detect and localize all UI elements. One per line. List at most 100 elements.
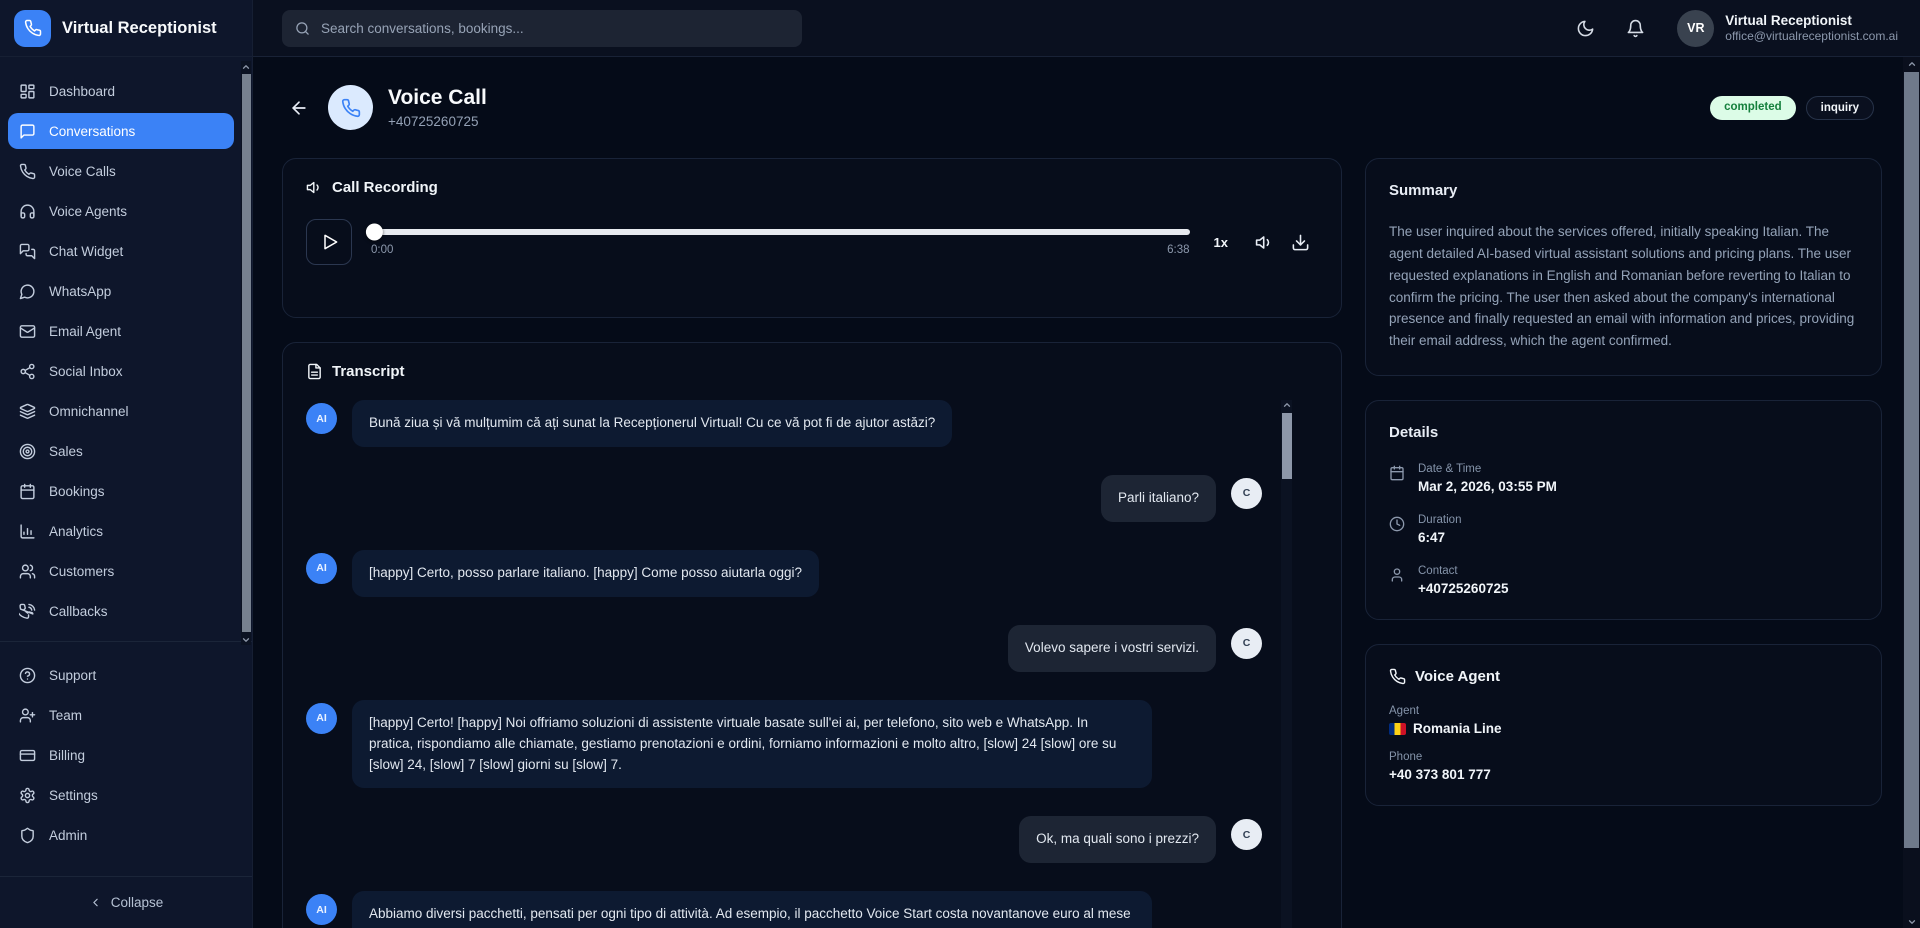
details-card: Details Date & TimeMar 2, 2026, 03:55 PM… xyxy=(1365,400,1882,620)
search-placeholder: Search conversations, bookings... xyxy=(321,21,524,36)
transcript-message-ai: AI [happy] Certo! [happy] Noi offriamo so… xyxy=(306,700,1262,789)
sidebar-scrollbar[interactable] xyxy=(241,61,251,645)
download-button[interactable] xyxy=(1282,224,1318,260)
transcript-message-ai: AIAbbiamo diversi pacchetti, pensati per… xyxy=(306,891,1262,928)
transcript-messages[interactable]: AIBună ziua și vă mulțumim că ați sunat … xyxy=(306,400,1318,928)
sidebar-item-label: Callbacks xyxy=(49,604,108,619)
back-button[interactable] xyxy=(282,91,316,125)
page-scrollbar[interactable] xyxy=(1903,57,1920,928)
contact-icon xyxy=(1389,567,1405,596)
detail-row-duration: Duration6:47 xyxy=(1389,514,1858,545)
status-badge-completed: completed xyxy=(1710,96,1796,120)
sidebar-item-label: Settings xyxy=(49,788,98,803)
status-badge-inquiry: inquiry xyxy=(1806,96,1874,120)
transcript-card: Transcript AIBună ziua și vă mulțumim că… xyxy=(282,342,1342,928)
details-title: Details xyxy=(1389,424,1858,441)
sidebar-item-email-agent[interactable]: Email Agent xyxy=(8,313,234,349)
billing-icon xyxy=(19,747,36,764)
scroll-down-icon[interactable] xyxy=(241,634,251,645)
speaker-icon xyxy=(306,179,323,196)
playback-speed-button[interactable]: 1x xyxy=(1214,235,1228,250)
voice-agents-icon xyxy=(19,203,36,220)
sidebar-item-support[interactable]: Support xyxy=(8,657,234,693)
scroll-down-icon[interactable] xyxy=(1907,915,1917,928)
moon-icon xyxy=(1576,19,1595,38)
sidebar-item-voice-calls[interactable]: Voice Calls xyxy=(8,153,234,189)
ai-avatar: AI xyxy=(306,703,337,734)
scroll-up-icon[interactable] xyxy=(1907,57,1917,70)
sidebar-item-social-inbox[interactable]: Social Inbox xyxy=(8,353,234,389)
seek-slider[interactable] xyxy=(371,229,1190,235)
sidebar-item-chat-widget[interactable]: Chat Widget xyxy=(8,233,234,269)
sidebar-item-whatsapp[interactable]: WhatsApp xyxy=(8,273,234,309)
sidebar-item-label: Email Agent xyxy=(49,324,121,339)
status-badges: completed inquiry xyxy=(1710,96,1874,120)
sidebar-item-callbacks[interactable]: Callbacks xyxy=(8,593,234,629)
customer-avatar: C xyxy=(1231,478,1262,509)
arrow-left-icon xyxy=(289,98,309,118)
sidebar-item-label: Analytics xyxy=(49,524,103,539)
voice-agent-title-row: Voice Agent xyxy=(1389,668,1858,685)
collapse-sidebar-button[interactable]: Collapse xyxy=(0,876,252,928)
sidebar-item-omnichannel[interactable]: Omnichannel xyxy=(8,393,234,429)
sidebar-item-settings[interactable]: Settings xyxy=(8,777,234,813)
voice-agent-title: Voice Agent xyxy=(1415,668,1500,685)
current-time: 0:00 xyxy=(371,244,393,256)
search-icon xyxy=(295,21,310,36)
user-menu[interactable]: VR Virtual Receptionist office@virtualre… xyxy=(1677,10,1898,47)
sidebar-item-bookings[interactable]: Bookings xyxy=(8,473,234,509)
sidebar-item-sales[interactable]: Sales xyxy=(8,433,234,469)
detail-label: Contact xyxy=(1418,565,1508,577)
detail-text: Duration6:47 xyxy=(1418,514,1461,545)
sidebar-item-conversations[interactable]: Conversations xyxy=(8,113,234,149)
transcript-scrollbar[interactable] xyxy=(1281,400,1292,928)
team-icon xyxy=(19,707,36,724)
notifications-button[interactable] xyxy=(1619,12,1651,44)
voice-agent-row-phone: Phone+40 373 801 777 xyxy=(1389,751,1858,782)
chat-widget-icon xyxy=(19,243,36,260)
sidebar-item-label: WhatsApp xyxy=(49,284,111,299)
settings-icon xyxy=(19,787,36,804)
message-bubble: [happy] Certo! [happy] Noi offriamo solu… xyxy=(352,700,1152,789)
message-bubble: Abbiamo diversi pacchetti, pensati per o… xyxy=(352,891,1152,928)
voice-agent-rows: Agent Romania Line Phone+40 373 801 777 xyxy=(1389,705,1858,782)
search-input[interactable]: Search conversations, bookings... xyxy=(282,10,802,47)
sidebar-item-billing[interactable]: Billing xyxy=(8,737,234,773)
seek-slider-knob[interactable] xyxy=(366,223,383,240)
sidebar-item-admin[interactable]: Admin xyxy=(8,817,234,853)
sidebar-item-label: Support xyxy=(49,668,96,683)
call-type-phone-icon xyxy=(328,85,373,130)
user-meta: Virtual Receptionist office@virtualrecep… xyxy=(1725,13,1898,44)
voice-agent-value-text: Romania Line xyxy=(1413,721,1502,736)
sidebar-item-analytics[interactable]: Analytics xyxy=(8,513,234,549)
calendar-icon xyxy=(1389,465,1405,494)
page-subtitle: +40725260725 xyxy=(388,114,487,129)
customer-avatar: C xyxy=(1231,628,1262,659)
transcript-message-customer: Ok, ma quali sono i prezzi?C xyxy=(306,816,1262,863)
sidebar-item-voice-agents[interactable]: Voice Agents xyxy=(8,193,234,229)
theme-toggle-button[interactable] xyxy=(1569,12,1601,44)
page-scrollbar-thumb[interactable] xyxy=(1904,72,1919,848)
scroll-up-icon[interactable] xyxy=(1282,400,1292,410)
voice-agent-label: Agent xyxy=(1389,705,1858,717)
play-button[interactable] xyxy=(306,219,352,265)
volume-button[interactable] xyxy=(1246,224,1282,260)
scroll-up-icon[interactable] xyxy=(241,61,251,72)
customers-icon xyxy=(19,563,36,580)
transcript-scrollbar-thumb[interactable] xyxy=(1282,413,1292,479)
dashboard-icon xyxy=(19,83,36,100)
sidebar-item-customers[interactable]: Customers xyxy=(8,553,234,589)
app-brand[interactable]: Virtual Receptionist xyxy=(0,0,252,57)
sidebar-item-label: Team xyxy=(49,708,82,723)
sidebar-item-dashboard[interactable]: Dashboard xyxy=(8,73,234,109)
message-bubble: Volevo sapere i vostri servizi. xyxy=(1008,625,1216,672)
collapse-label: Collapse xyxy=(111,895,164,910)
sidebar-item-team[interactable]: Team xyxy=(8,697,234,733)
detail-value: 6:47 xyxy=(1418,530,1461,545)
page-title-block: Voice Call +40725260725 xyxy=(388,86,487,129)
sidebar-item-label: Conversations xyxy=(49,124,135,139)
transcript-title: Transcript xyxy=(332,363,405,380)
voice-agent-value: +40 373 801 777 xyxy=(1389,767,1858,782)
sidebar-scrollbar-thumb[interactable] xyxy=(242,74,251,632)
social-inbox-icon xyxy=(19,363,36,380)
